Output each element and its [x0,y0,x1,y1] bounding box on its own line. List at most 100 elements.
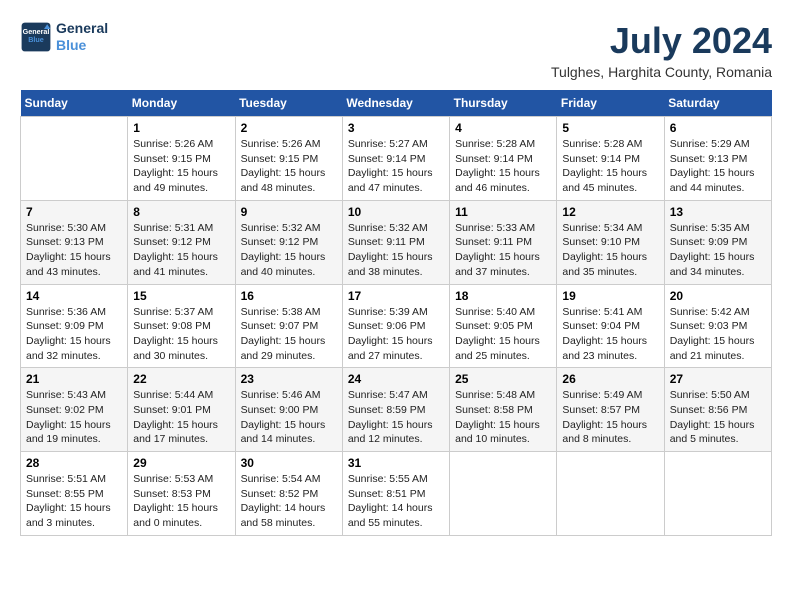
day-number: 18 [455,289,551,303]
day-info: Sunrise: 5:26 AM Sunset: 9:15 PM Dayligh… [133,137,229,196]
day-info: Sunrise: 5:31 AM Sunset: 9:12 PM Dayligh… [133,221,229,280]
calendar-cell [450,452,557,536]
day-info: Sunrise: 5:38 AM Sunset: 9:07 PM Dayligh… [241,305,337,364]
day-number: 7 [26,205,122,219]
day-info: Sunrise: 5:26 AM Sunset: 9:15 PM Dayligh… [241,137,337,196]
day-info: Sunrise: 5:49 AM Sunset: 8:57 PM Dayligh… [562,388,658,447]
calendar-cell: 29Sunrise: 5:53 AM Sunset: 8:53 PM Dayli… [128,452,235,536]
day-number: 12 [562,205,658,219]
week-row-2: 7Sunrise: 5:30 AM Sunset: 9:13 PM Daylig… [21,200,772,284]
day-info: Sunrise: 5:54 AM Sunset: 8:52 PM Dayligh… [241,472,337,531]
day-number: 11 [455,205,551,219]
day-number: 26 [562,372,658,386]
day-number: 22 [133,372,229,386]
svg-text:Blue: Blue [28,35,44,44]
day-info: Sunrise: 5:34 AM Sunset: 9:10 PM Dayligh… [562,221,658,280]
header: General Blue General Blue July 2024 Tulg… [20,20,772,80]
day-info: Sunrise: 5:35 AM Sunset: 9:09 PM Dayligh… [670,221,766,280]
calendar-cell [557,452,664,536]
day-number: 4 [455,121,551,135]
month-title: July 2024 [551,20,772,62]
calendar-cell: 19 Sunrise: 5:41 AM Sunset: 9:04 PM Dayli… [557,284,664,368]
logo-text: General Blue [56,20,108,54]
calendar-cell: 10 Sunrise: 5:32 AM Sunset: 9:11 PM Dayli… [342,200,449,284]
day-number: 29 [133,456,229,470]
day-info: Sunrise: 5:33 AM Sunset: 9:11 PM Dayligh… [455,221,551,280]
day-number: 1 [133,121,229,135]
weekday-header-thursday: Thursday [450,90,557,117]
day-info: Sunrise: 5:32 AM Sunset: 9:11 PM Dayligh… [348,221,444,280]
weekday-header-saturday: Saturday [664,90,771,117]
day-info: Sunrise: 5:47 AM Sunset: 8:59 PM Dayligh… [348,388,444,447]
week-row-3: 14 Sunrise: 5:36 AM Sunset: 9:09 PM Dayli… [21,284,772,368]
day-info: Sunrise: 5:36 AM Sunset: 9:09 PM Dayligh… [26,305,122,364]
weekday-header-sunday: Sunday [21,90,128,117]
day-info: Sunrise: 5:41 AM Sunset: 9:04 PM Dayligh… [562,305,658,364]
calendar-cell [664,452,771,536]
calendar-cell: 12 Sunrise: 5:34 AM Sunset: 9:10 PM Dayli… [557,200,664,284]
calendar-cell: 15 Sunrise: 5:37 AM Sunset: 9:08 PM Dayli… [128,284,235,368]
calendar-cell: 3Sunrise: 5:27 AM Sunset: 9:14 PM Daylig… [342,117,449,201]
calendar-cell: 17 Sunrise: 5:39 AM Sunset: 9:06 PM Dayli… [342,284,449,368]
calendar-cell [21,117,128,201]
calendar-cell: 1 Sunrise: 5:26 AM Sunset: 9:15 PM Daylig… [128,117,235,201]
calendar-cell: 18Sunrise: 5:40 AM Sunset: 9:05 PM Dayli… [450,284,557,368]
calendar-cell: 25 Sunrise: 5:48 AM Sunset: 8:58 PM Dayli… [450,368,557,452]
day-number: 23 [241,372,337,386]
day-info: Sunrise: 5:46 AM Sunset: 9:00 PM Dayligh… [241,388,337,447]
day-info: Sunrise: 5:48 AM Sunset: 8:58 PM Dayligh… [455,388,551,447]
calendar-cell: 6 Sunrise: 5:29 AM Sunset: 9:13 PM Daylig… [664,117,771,201]
day-number: 15 [133,289,229,303]
calendar-cell: 11 Sunrise: 5:33 AM Sunset: 9:11 PM Dayli… [450,200,557,284]
page-container: General Blue General Blue July 2024 Tulg… [0,0,792,546]
calendar-cell: 21 Sunrise: 5:43 AM Sunset: 9:02 PM Dayli… [21,368,128,452]
calendar-cell: 30Sunrise: 5:54 AM Sunset: 8:52 PM Dayli… [235,452,342,536]
week-row-5: 28 Sunrise: 5:51 AM Sunset: 8:55 PM Dayli… [21,452,772,536]
day-number: 10 [348,205,444,219]
day-info: Sunrise: 5:44 AM Sunset: 9:01 PM Dayligh… [133,388,229,447]
calendar-cell: 7Sunrise: 5:30 AM Sunset: 9:13 PM Daylig… [21,200,128,284]
day-number: 16 [241,289,337,303]
calendar-cell: 5 Sunrise: 5:28 AM Sunset: 9:14 PM Daylig… [557,117,664,201]
day-number: 21 [26,372,122,386]
weekday-header-friday: Friday [557,90,664,117]
day-info: Sunrise: 5:28 AM Sunset: 9:14 PM Dayligh… [562,137,658,196]
calendar-cell: 28 Sunrise: 5:51 AM Sunset: 8:55 PM Dayli… [21,452,128,536]
day-number: 28 [26,456,122,470]
day-info: Sunrise: 5:29 AM Sunset: 9:13 PM Dayligh… [670,137,766,196]
day-number: 31 [348,456,444,470]
logo: General Blue General Blue [20,20,108,54]
calendar-cell: 31 Sunrise: 5:55 AM Sunset: 8:51 PM Dayli… [342,452,449,536]
calendar-cell: 8 Sunrise: 5:31 AM Sunset: 9:12 PM Daylig… [128,200,235,284]
day-info: Sunrise: 5:51 AM Sunset: 8:55 PM Dayligh… [26,472,122,531]
weekday-header-row: SundayMondayTuesdayWednesdayThursdayFrid… [21,90,772,117]
calendar-cell: 9Sunrise: 5:32 AM Sunset: 9:12 PM Daylig… [235,200,342,284]
calendar-cell: 23 Sunrise: 5:46 AM Sunset: 9:00 PM Dayli… [235,368,342,452]
day-info: Sunrise: 5:28 AM Sunset: 9:14 PM Dayligh… [455,137,551,196]
day-number: 24 [348,372,444,386]
day-number: 25 [455,372,551,386]
calendar-cell: 24 Sunrise: 5:47 AM Sunset: 8:59 PM Dayli… [342,368,449,452]
weekday-header-tuesday: Tuesday [235,90,342,117]
day-info: Sunrise: 5:55 AM Sunset: 8:51 PM Dayligh… [348,472,444,531]
day-number: 3 [348,121,444,135]
calendar-cell: 20Sunrise: 5:42 AM Sunset: 9:03 PM Dayli… [664,284,771,368]
day-number: 8 [133,205,229,219]
calendar-cell: 4 Sunrise: 5:28 AM Sunset: 9:14 PM Daylig… [450,117,557,201]
day-number: 2 [241,121,337,135]
calendar-table: SundayMondayTuesdayWednesdayThursdayFrid… [20,90,772,536]
day-number: 13 [670,205,766,219]
day-info: Sunrise: 5:50 AM Sunset: 8:56 PM Dayligh… [670,388,766,447]
calendar-cell: 22 Sunrise: 5:44 AM Sunset: 9:01 PM Dayli… [128,368,235,452]
day-info: Sunrise: 5:39 AM Sunset: 9:06 PM Dayligh… [348,305,444,364]
day-number: 19 [562,289,658,303]
day-number: 17 [348,289,444,303]
day-number: 14 [26,289,122,303]
calendar-cell: 14 Sunrise: 5:36 AM Sunset: 9:09 PM Dayli… [21,284,128,368]
day-info: Sunrise: 5:43 AM Sunset: 9:02 PM Dayligh… [26,388,122,447]
day-number: 5 [562,121,658,135]
day-number: 20 [670,289,766,303]
title-block: July 2024 Tulghes, Harghita County, Roma… [551,20,772,80]
day-number: 6 [670,121,766,135]
day-info: Sunrise: 5:37 AM Sunset: 9:08 PM Dayligh… [133,305,229,364]
